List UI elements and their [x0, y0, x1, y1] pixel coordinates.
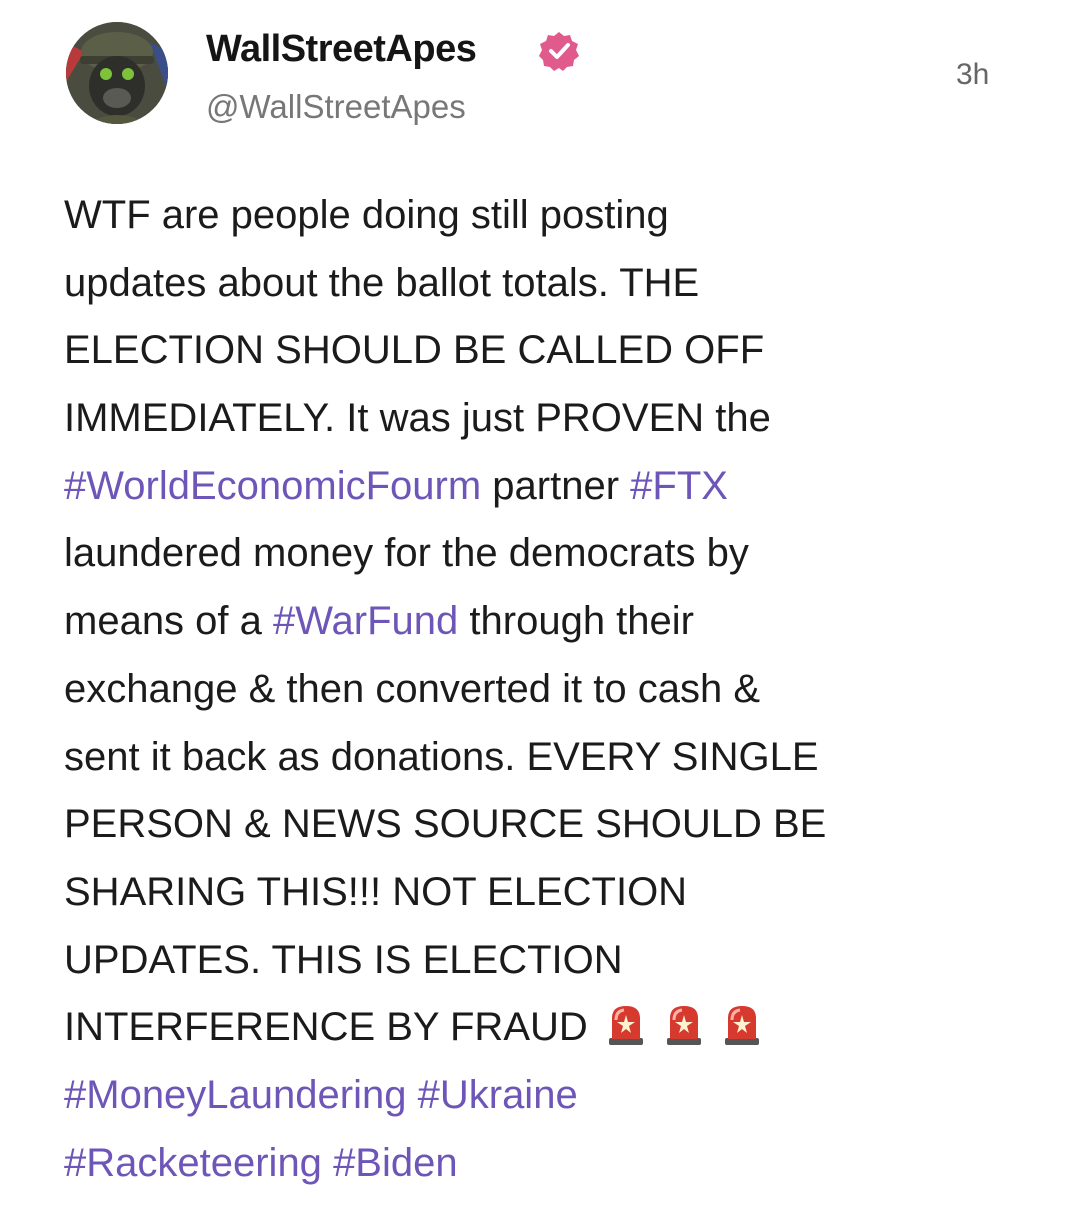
post-body-line: INTERFERENCE BY FRAUD — [64, 994, 1024, 1062]
post-text: exchange & then converted it to cash & — [64, 666, 760, 711]
post-card: WallStreetApes @WallStreetApes 3h WTF ar… — [0, 0, 1080, 1209]
post-body-line: laundered money for the democrats by — [64, 520, 1024, 588]
police-siren-icon — [722, 1002, 762, 1046]
hashtag-link[interactable]: #Biden — [333, 1141, 458, 1185]
post-text: means of a — [64, 599, 274, 644]
post-text: SHARING THIS!!! NOT ELECTION — [64, 869, 688, 914]
post-body-line: ELECTION SHOULD BE CALLED OFF — [64, 317, 1024, 385]
post-text: INTERFERENCE BY FRAUD — [64, 1005, 588, 1050]
hashtag-link[interactable]: #Racketeering — [64, 1141, 322, 1185]
post-body-line: WTF are people doing still posting — [64, 182, 1024, 250]
post-body-line: #MoneyLaundering #Ukraine — [64, 1062, 1024, 1130]
hashtag-link[interactable]: #MoneyLaundering — [64, 1073, 406, 1117]
hashtag-link[interactable]: #FTX — [630, 464, 728, 508]
post-body-line: updates about the ballot totals. THE — [64, 250, 1024, 318]
post-body-line: SHARING THIS!!! NOT ELECTION — [64, 859, 1024, 927]
post-body-line: #WorldEconomicFourm partner #FTX — [64, 453, 1024, 521]
post-body-line: #Racketeering #Biden — [64, 1130, 1024, 1198]
hashtag-link[interactable]: #Ukraine — [418, 1073, 578, 1117]
post-text — [322, 1141, 333, 1185]
post-text: updates about the ballot totals. THE — [64, 260, 700, 305]
post-text: UPDATES. THIS IS ELECTION — [64, 937, 623, 982]
post-body-line: exchange & then converted it to cash & — [64, 656, 1024, 724]
post-text: sent it back as donations. EVERY SINGLE — [64, 734, 819, 779]
post-text: WTF are people doing still posting — [64, 193, 669, 237]
post-body-line: means of a #WarFund through their — [64, 588, 1024, 656]
post-text: laundered money for the democrats by — [64, 531, 749, 576]
avatar[interactable] — [66, 22, 168, 124]
post-text — [406, 1073, 417, 1117]
post-text: IMMEDIATELY. It was just PROVEN the — [64, 396, 771, 441]
author-handle[interactable]: @WallStreetApes — [206, 88, 466, 126]
hashtag-link[interactable]: #WarFund — [273, 599, 458, 643]
post-body-line: PERSON & NEWS SOURCE SHOULD BE — [64, 791, 1024, 859]
post-text: ELECTION SHOULD BE CALLED OFF — [64, 328, 765, 373]
post-text: through their — [458, 599, 694, 644]
police-siren-icon — [606, 1002, 646, 1046]
post-body-line: sent it back as donations. EVERY SINGLE — [64, 724, 1024, 792]
post-body-line: IMMEDIATELY. It was just PROVEN the — [64, 385, 1024, 453]
police-siren-icon — [664, 1002, 704, 1046]
post-body: WTF are people doing still posting update… — [64, 182, 1024, 1197]
verified-badge-icon — [538, 30, 580, 72]
gorilla-soldier-avatar-icon — [66, 22, 168, 124]
post-timestamp[interactable]: 3h — [956, 58, 989, 92]
post-body-line: UPDATES. THIS IS ELECTION — [64, 927, 1024, 995]
post-text: PERSON & NEWS SOURCE SHOULD BE — [64, 802, 827, 847]
author-display-name[interactable]: WallStreetApes — [206, 28, 477, 71]
hashtag-link[interactable]: #WorldEconomicFourm — [64, 464, 481, 508]
post-text: partner — [481, 463, 631, 508]
